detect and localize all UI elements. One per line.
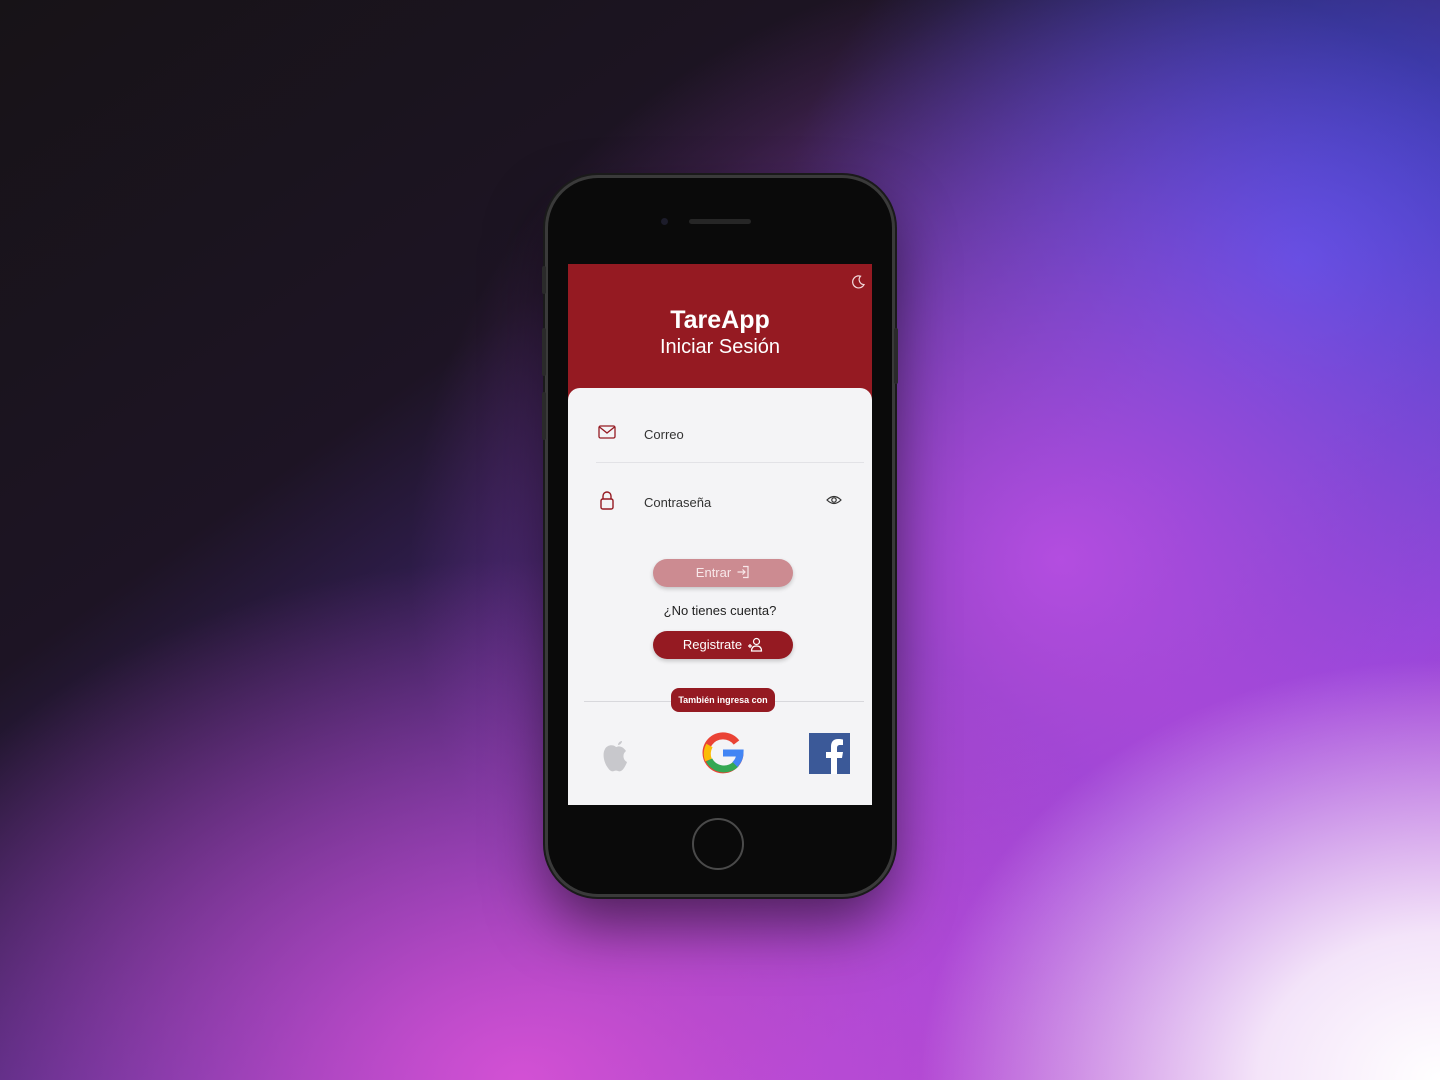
- phone-mockup: TareApp Iniciar Sesión Correo Contraseña: [542, 178, 898, 894]
- front-camera: [661, 218, 668, 225]
- no-account-text: ¿No tienes cuenta?: [663, 603, 777, 618]
- moon-icon[interactable]: [850, 274, 866, 290]
- app-title: TareApp: [670, 306, 770, 334]
- register-button-label: Registrate: [682, 637, 743, 652]
- login-card: Correo Contraseña Entrar ¿No tienes cuen…: [568, 388, 872, 805]
- email-field[interactable]: Correo: [596, 410, 864, 463]
- home-button[interactable]: [692, 818, 744, 870]
- earpiece-speaker: [689, 219, 751, 224]
- phone-volume-up: [542, 328, 546, 376]
- apple-icon[interactable]: [598, 731, 634, 775]
- page-title: Iniciar Sesión: [659, 336, 781, 358]
- password-field[interactable]: Contraseña: [596, 478, 864, 530]
- app-screen: TareApp Iniciar Sesión Correo Contraseña: [568, 264, 872, 805]
- google-icon[interactable]: [701, 731, 745, 775]
- email-label: Correo: [644, 427, 684, 442]
- password-label: Contraseña: [644, 495, 712, 510]
- eye-icon[interactable]: [826, 494, 842, 506]
- login-button[interactable]: Entrar: [653, 559, 793, 587]
- login-header: TareApp Iniciar Sesión: [568, 264, 872, 404]
- facebook-icon[interactable]: [809, 733, 850, 774]
- social-login-label: También ingresa con: [671, 688, 775, 712]
- phone-power-button: [894, 328, 898, 384]
- lock-icon: [600, 491, 614, 510]
- mail-icon: [598, 425, 616, 439]
- phone-volume-down: [542, 392, 546, 440]
- register-button[interactable]: Registrate: [653, 631, 793, 659]
- login-icon: [737, 565, 749, 579]
- add-user-icon: [748, 637, 763, 652]
- login-button-label: Entrar: [695, 565, 732, 580]
- phone-mute-switch: [542, 266, 546, 294]
